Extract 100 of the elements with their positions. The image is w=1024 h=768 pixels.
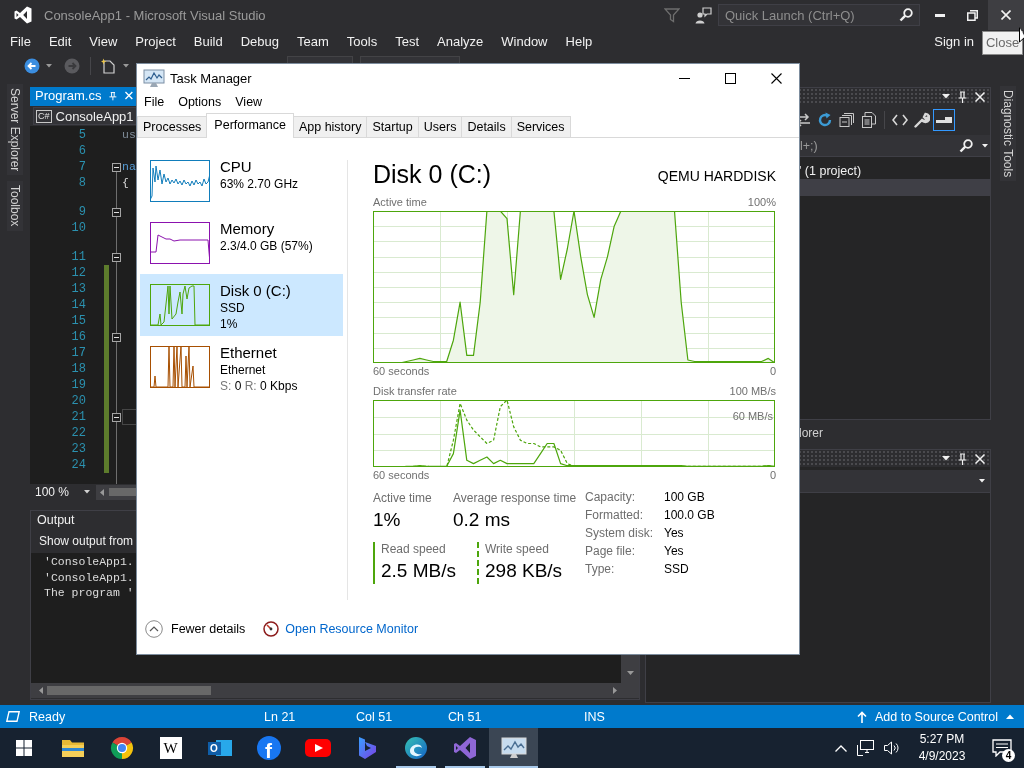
scale-max-label: 100 MB/s	[729, 385, 776, 397]
menu-item[interactable]: Options	[171, 95, 229, 109]
resource-name: CPU	[220, 157, 253, 176]
minimize-icon	[935, 13, 945, 17]
resource-item[interactable]: Disk 0 (C:) SSD 1%	[140, 274, 343, 336]
taskbar-button[interactable]: W	[146, 728, 195, 768]
property-label: System disk:	[585, 526, 654, 540]
caret-icon[interactable]	[942, 94, 950, 99]
panel-tab[interactable]: lorer	[799, 425, 823, 440]
tab[interactable]: Users	[417, 116, 463, 137]
tab[interactable]: App history	[292, 116, 368, 137]
collapse-icon[interactable]	[111, 207, 121, 217]
menu-item[interactable]: View	[80, 33, 127, 49]
scrollbar-thumb[interactable]	[47, 686, 211, 695]
side-tab[interactable]: Toolbox	[7, 181, 23, 231]
collapse-icon[interactable]	[111, 162, 121, 172]
resource-item[interactable]: Memory 2.3/4.0 GB (57%)	[140, 212, 343, 274]
menu-item[interactable]: Help	[556, 33, 602, 49]
caret-icon[interactable]	[942, 456, 950, 461]
network-icon[interactable]	[857, 740, 874, 756]
close-icon[interactable]	[975, 453, 985, 464]
quick-launch-field[interactable]: Quick Launch (Ctrl+Q)	[718, 4, 920, 26]
menu-item[interactable]: Analyze	[428, 33, 493, 49]
scroll-left-icon[interactable]	[100, 488, 104, 496]
caret-icon	[979, 479, 985, 483]
caret-icon[interactable]	[123, 64, 129, 68]
person-speech-icon[interactable]	[695, 6, 712, 24]
collapse-icon[interactable]	[111, 412, 121, 422]
menu-item[interactable]: Debug	[231, 33, 288, 49]
notification-badge: 4	[1002, 749, 1015, 762]
menu-item[interactable]: File	[0, 33, 40, 49]
search-icon	[899, 8, 913, 22]
menu-item[interactable]: Tools	[337, 33, 387, 49]
line-number: 19	[70, 377, 86, 393]
bowtie-logo-icon	[14, 6, 32, 24]
side-tab[interactable]: Server Explorer	[7, 84, 23, 176]
column-indicator: Col 51	[356, 709, 394, 724]
speaker-icon[interactable]	[884, 741, 900, 755]
resource-name: Disk 0 (C:)	[220, 281, 291, 300]
side-tab[interactable]: Diagnostic Tools	[999, 86, 1016, 182]
taskbar-button[interactable]: O	[195, 728, 244, 768]
play-button-icon	[304, 739, 331, 757]
clock-time[interactable]: 5:27 PM	[919, 731, 965, 748]
collapse-icon[interactable]	[111, 252, 121, 262]
menu-item[interactable]: Project	[126, 33, 185, 49]
resource-name: Ethernet	[220, 343, 278, 362]
new-file-icon[interactable]	[101, 58, 117, 74]
menu-item[interactable]: Build	[184, 33, 232, 49]
taskbar-button[interactable]	[489, 728, 538, 768]
clock-date[interactable]: 4/9/2023	[918, 748, 966, 765]
tricolor-ring-icon	[109, 736, 134, 760]
menu-item[interactable]: View	[228, 95, 270, 109]
search-icon[interactable]	[959, 139, 973, 153]
scroll-right-icon[interactable]	[613, 687, 617, 694]
pin-icon[interactable]	[958, 452, 967, 465]
file-type-badge: C#	[36, 109, 52, 123]
close-icon[interactable]	[975, 91, 985, 102]
stat-label: Read speed	[381, 542, 447, 557]
copy-pages-icon	[861, 112, 877, 128]
tab[interactable]: Startup	[366, 116, 419, 137]
menu-item[interactable]: File	[137, 95, 172, 109]
menu-item[interactable]: Edit	[39, 33, 81, 49]
tab[interactable]: Services	[510, 116, 571, 137]
resource-item[interactable]: CPU 63% 2.70 GHz	[140, 150, 343, 212]
graph-title: Disk transfer rate	[373, 385, 457, 397]
stat-label: Average response time	[453, 491, 577, 506]
property-value: 100.0 GB	[664, 508, 715, 522]
stacked-squares-icon	[839, 112, 855, 128]
sign-in-link[interactable]: Sign in	[934, 33, 974, 49]
notification-icon[interactable]	[992, 739, 1012, 757]
taskbar-button[interactable]: f	[244, 728, 293, 768]
fewer-details-button[interactable]: Fewer details	[145, 620, 246, 638]
collapse-icon[interactable]	[111, 332, 121, 342]
menu-item[interactable]: Team	[288, 33, 338, 49]
caret-icon[interactable]	[46, 64, 52, 68]
scroll-down-icon[interactable]	[626, 671, 634, 675]
chevron-up-icon[interactable]	[835, 744, 847, 752]
close-button[interactable]	[988, 0, 1024, 30]
insert-mode-indicator: INS	[584, 709, 605, 724]
scroll-left-icon[interactable]	[39, 687, 43, 694]
pin-icon[interactable]	[958, 90, 967, 103]
scale-min-label: 0	[769, 469, 776, 481]
horizontal-scrollbar[interactable]	[31, 683, 639, 698]
funnel-icon[interactable]	[664, 7, 680, 23]
scale-marker-label: 60 MB/s	[732, 409, 773, 422]
toolbar-button[interactable]	[933, 109, 955, 131]
tab[interactable]: Details	[461, 116, 512, 137]
tab[interactable]: Performance	[206, 113, 294, 138]
caret-icon[interactable]	[982, 144, 988, 148]
tab[interactable]: Processes	[137, 116, 208, 137]
line-number: 18	[70, 361, 86, 377]
up-arrow-icon	[857, 710, 867, 723]
menu-item[interactable]: Window	[492, 33, 557, 49]
resource-monitor-link[interactable]: Open Resource Monitor	[285, 622, 419, 636]
stat-value: 0.2 ms	[453, 508, 512, 532]
scale-max-label: 100%	[747, 196, 776, 208]
menu-item[interactable]: Test	[386, 33, 428, 49]
source-control-button[interactable]: Add to Source Control	[857, 709, 1014, 724]
resource-item[interactable]: Ethernet Ethernet S: 0 R: 0 Kbps	[140, 336, 343, 398]
preview-pane-icon	[936, 114, 952, 126]
